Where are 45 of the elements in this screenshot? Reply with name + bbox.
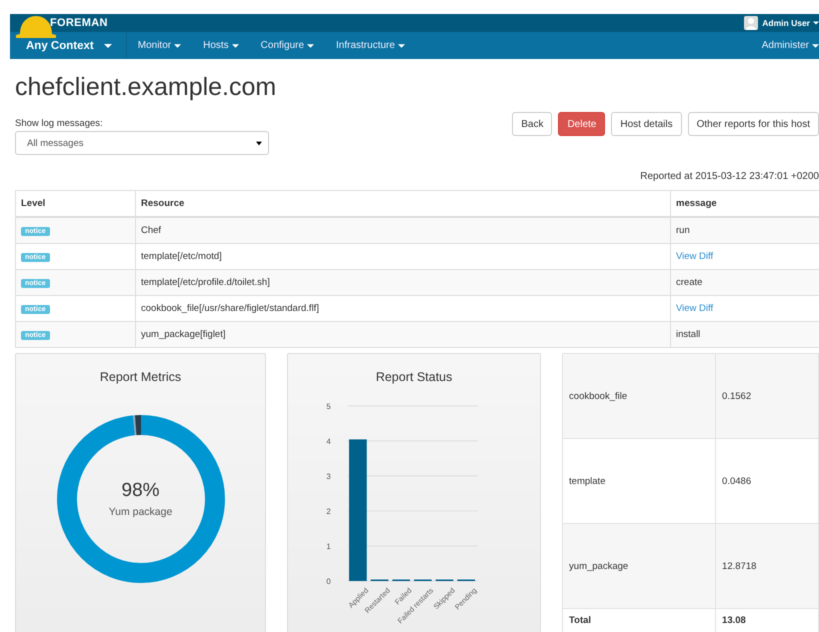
user-avatar-icon <box>744 16 758 30</box>
nav-menu[interactable]: Monitor <box>126 40 192 51</box>
log-level-select[interactable]: All messages <box>15 131 269 155</box>
table-cell: yum_package <box>562 524 716 608</box>
user-menu[interactable]: Admin User <box>762 18 810 28</box>
caret-icon <box>813 21 819 25</box>
filter-label: Show log messages: <box>15 118 104 129</box>
action-button[interactable]: Other reports for this host <box>688 112 819 136</box>
caret-icon <box>812 44 819 48</box>
view-diff-link[interactable]: View Diff <box>676 251 714 262</box>
percentage-value: 98% <box>122 480 160 502</box>
page-title: chefclient.example.com <box>15 73 278 102</box>
table-cell: Total <box>562 608 716 632</box>
caret-icon <box>174 44 182 48</box>
table-cell: Chef <box>136 217 670 244</box>
axis-tick-label: 5 <box>326 402 331 411</box>
caret-icon <box>104 44 112 48</box>
panel-title: Report Metrics <box>100 370 182 384</box>
caret-icon <box>307 44 314 48</box>
caret-icon <box>398 44 405 48</box>
nav-menu[interactable]: Configure <box>250 40 326 51</box>
table-cell: 12.8718 <box>716 524 818 608</box>
action-button[interactable]: Back <box>512 112 552 136</box>
axis-tick-label: 3 <box>326 472 331 481</box>
axis-tick-label: 0 <box>326 576 331 586</box>
table-cell: cookbook_file <box>562 354 716 438</box>
nav-menu[interactable]: Infrastructure <box>325 40 416 51</box>
table-cell: 0.1562 <box>716 354 818 438</box>
action-button[interactable]: Delete <box>558 112 606 136</box>
caret-icon <box>232 44 239 48</box>
panel-title: Report Status <box>376 370 452 384</box>
axis-tick-label: 2 <box>326 506 331 516</box>
axis-tick-label: 1 <box>326 542 331 551</box>
action-button[interactable]: Host details <box>611 112 682 136</box>
percentage-label: Yum package <box>108 506 172 518</box>
nav-menu[interactable]: Administer <box>750 40 819 51</box>
nav-menu[interactable]: Hosts <box>192 40 250 51</box>
context-menu[interactable]: Any Context <box>10 32 127 59</box>
view-diff-link[interactable]: View Diff <box>676 303 714 314</box>
brand-name[interactable]: FOREMAN <box>50 17 108 29</box>
reported-at-text: Reported at 2015-03-12 23:47:01 +0200 <box>639 171 819 182</box>
table-cell: yum_package[figlet] <box>136 322 670 348</box>
table-cell: template[/etc/profile.d/toilet.sh] <box>136 270 670 296</box>
axis-tick-label: 4 <box>326 436 331 446</box>
caret-icon <box>256 140 262 146</box>
